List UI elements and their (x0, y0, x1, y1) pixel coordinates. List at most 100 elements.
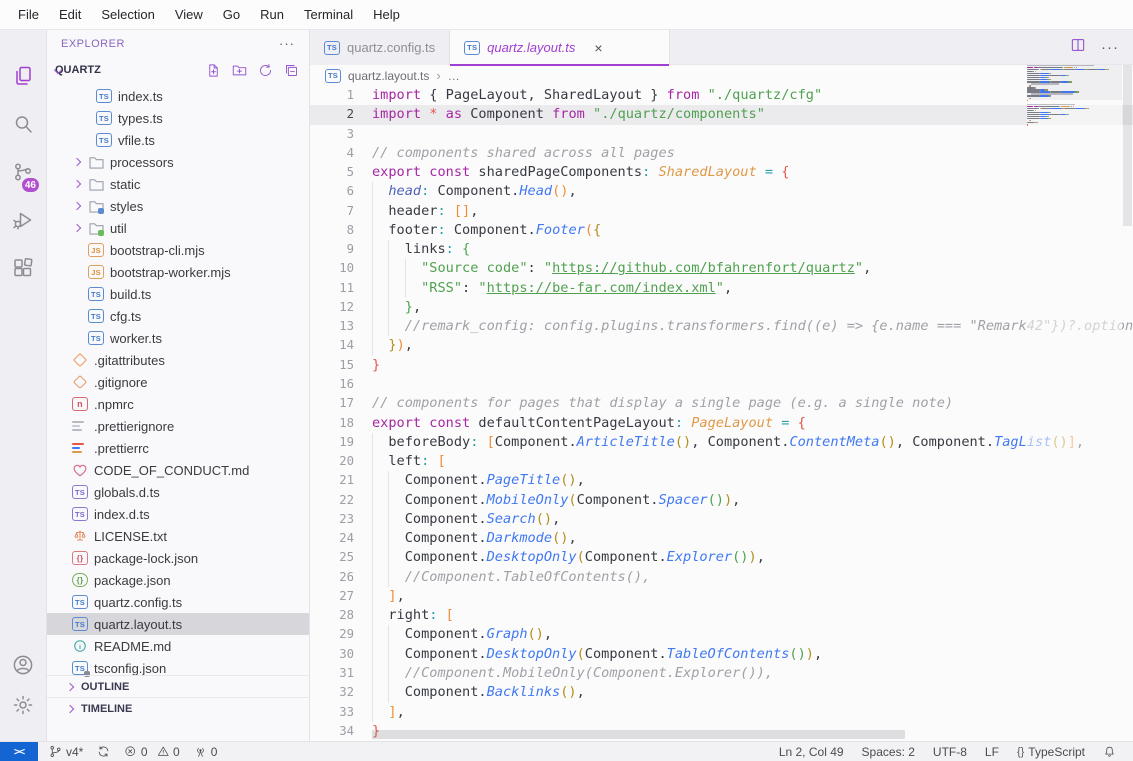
code-line-2[interactable]: 2import * as Component from "./quartz/co… (310, 105, 1133, 124)
file-tree-item-index.d.ts[interactable]: TSindex.d.ts (47, 503, 309, 525)
more-actions-icon[interactable]: ··· (1101, 39, 1119, 56)
code-line-26[interactable]: 26 //Component.TableOfContents(), (310, 568, 1133, 587)
settings-gear-icon[interactable] (0, 685, 46, 725)
file-tree-item-bootstrap-worker.mjs[interactable]: JSbootstrap-worker.mjs (47, 261, 309, 283)
code-line-6[interactable]: 6 head: Component.Head(), (310, 182, 1133, 201)
new-file-icon[interactable] (206, 63, 221, 78)
code-line-4[interactable]: 4// components shared across all pages (310, 144, 1133, 163)
file-tree-item-quartz.config.ts[interactable]: TSquartz.config.ts (47, 591, 309, 613)
file-tree-item-types.ts[interactable]: TStypes.ts (47, 107, 309, 129)
file-tree-item-quartz.layout.ts[interactable]: TSquartz.layout.ts (47, 613, 309, 635)
collapse-all-icon[interactable] (284, 63, 299, 78)
code-line-30[interactable]: 30 Component.DesktopOnly(Component.Table… (310, 645, 1133, 664)
code-editor[interactable]: 1import { PageLayout, SharedLayout } fro… (310, 86, 1133, 741)
file-tree-item-vfile.ts[interactable]: TSvfile.ts (47, 129, 309, 151)
file-tree-item-.prettierrc[interactable]: .prettierrc (47, 437, 309, 459)
code-line-7[interactable]: 7 header: [], (310, 202, 1133, 221)
run-debug-icon[interactable] (0, 200, 46, 240)
menu-item-file[interactable]: File (8, 4, 49, 25)
line-number[interactable]: 17 (310, 394, 354, 413)
timeline-section-header[interactable]: TIMELINE (47, 697, 309, 719)
code-line-22[interactable]: 22 Component.MobileOnly(Component.Spacer… (310, 491, 1133, 510)
line-number[interactable]: 22 (310, 491, 354, 510)
tab-quartz.layout.ts[interactable]: TSquartz.layout.ts× (450, 30, 670, 65)
code-line-14[interactable]: 14 }), (310, 336, 1133, 355)
search-icon[interactable] (0, 104, 46, 144)
code-line-18[interactable]: 18export const defaultContentPageLayout:… (310, 414, 1133, 433)
code-line-17[interactable]: 17// components for pages that display a… (310, 394, 1133, 413)
line-number[interactable]: 32 (310, 683, 354, 702)
line-number[interactable]: 6 (310, 182, 354, 201)
breadcrumb-file[interactable]: quartz.layout.ts (348, 69, 429, 83)
line-number[interactable]: 30 (310, 645, 354, 664)
language-mode[interactable]: {}TypeScript (1008, 742, 1094, 761)
line-number[interactable]: 3 (310, 125, 354, 144)
menu-item-selection[interactable]: Selection (91, 4, 164, 25)
code-line-20[interactable]: 20 left: [ (310, 452, 1133, 471)
line-number[interactable]: 34 (310, 722, 354, 741)
code-line-32[interactable]: 32 Component.Backlinks(), (310, 683, 1133, 702)
line-number[interactable]: 20 (310, 452, 354, 471)
code-line-29[interactable]: 29 Component.Graph(), (310, 625, 1133, 644)
menu-item-run[interactable]: Run (250, 4, 294, 25)
extensions-icon[interactable] (0, 248, 46, 288)
line-number[interactable]: 14 (310, 336, 354, 355)
file-tree-item-processors[interactable]: processors (47, 151, 309, 173)
file-tree-item-.gitattributes[interactable]: .gitattributes (47, 349, 309, 371)
code-line-11[interactable]: 11 "RSS": "https://be-far.com/index.xml"… (310, 279, 1133, 298)
problems-status[interactable]: 00 (117, 742, 186, 761)
code-line-1[interactable]: 1import { PageLayout, SharedLayout } fro… (310, 86, 1133, 105)
code-line-28[interactable]: 28 right: [ (310, 606, 1133, 625)
account-icon[interactable] (0, 645, 46, 685)
code-line-5[interactable]: 5export const sharedPageComponents: Shar… (310, 163, 1133, 182)
line-number[interactable]: 8 (310, 221, 354, 240)
file-tree-item-.npmrc[interactable]: n.npmrc (47, 393, 309, 415)
horizontal-scrollbar[interactable] (372, 730, 1023, 739)
line-number[interactable]: 31 (310, 664, 354, 683)
file-tree-item-.gitignore[interactable]: .gitignore (47, 371, 309, 393)
code-line-3[interactable]: 3 (310, 125, 1133, 144)
code-line-15[interactable]: 15} (310, 356, 1133, 375)
horizontal-scrollbar-thumb[interactable] (372, 730, 905, 739)
line-number[interactable]: 7 (310, 202, 354, 221)
menu-item-view[interactable]: View (165, 4, 213, 25)
file-tree-item-bootstrap-cli.mjs[interactable]: JSbootstrap-cli.mjs (47, 239, 309, 261)
code-line-13[interactable]: 13 //remark_config: config.plugins.trans… (310, 317, 1133, 336)
file-tree-item-.prettierignore[interactable]: .prettierignore (47, 415, 309, 437)
encoding[interactable]: UTF-8 (924, 742, 976, 761)
code-line-25[interactable]: 25 Component.DesktopOnly(Component.Explo… (310, 548, 1133, 567)
file-tree-item-package-lock.json[interactable]: {}package-lock.json (47, 547, 309, 569)
source-control-icon[interactable]: 46 (0, 152, 46, 192)
close-icon[interactable]: × (594, 41, 602, 55)
project-section-header[interactable]: QUARTZ (47, 57, 309, 83)
code-line-23[interactable]: 23 Component.Search(), (310, 510, 1133, 529)
file-tree-item-LICENSE.txt[interactable]: LICENSE.txt (47, 525, 309, 547)
file-tree-item-worker.ts[interactable]: TSworker.ts (47, 327, 309, 349)
file-tree-item-README.md[interactable]: README.md (47, 635, 309, 657)
line-number[interactable]: 12 (310, 298, 354, 317)
file-tree-item-static[interactable]: static (47, 173, 309, 195)
file-tree-item-util[interactable]: util (47, 217, 309, 239)
ports-status[interactable]: 0 (187, 742, 225, 761)
menu-item-terminal[interactable]: Terminal (294, 4, 363, 25)
line-number[interactable]: 11 (310, 279, 354, 298)
line-number[interactable]: 24 (310, 529, 354, 548)
code-line-31[interactable]: 31 //Component.MobileOnly(Component.Expl… (310, 664, 1133, 683)
new-folder-icon[interactable] (232, 63, 247, 78)
outline-section-header[interactable]: OUTLINE (47, 675, 309, 697)
code-line-24[interactable]: 24 Component.Darkmode(), (310, 529, 1133, 548)
code-line-12[interactable]: 12 }, (310, 298, 1133, 317)
line-number[interactable]: 15 (310, 356, 354, 375)
split-editor-icon[interactable] (1070, 37, 1086, 58)
line-number[interactable]: 23 (310, 510, 354, 529)
file-tree-item-package.json[interactable]: {}package.json (47, 569, 309, 591)
eol[interactable]: LF (976, 742, 1008, 761)
branch-status[interactable]: v4* (42, 742, 90, 761)
explorer-more-actions-button[interactable]: ··· (279, 36, 295, 51)
line-number[interactable]: 1 (310, 86, 354, 105)
line-number[interactable]: 5 (310, 163, 354, 182)
cursor-position[interactable]: Ln 2, Col 49 (770, 742, 853, 761)
line-number[interactable]: 16 (310, 375, 354, 394)
code-line-27[interactable]: 27 ], (310, 587, 1133, 606)
notifications[interactable] (1094, 742, 1125, 761)
